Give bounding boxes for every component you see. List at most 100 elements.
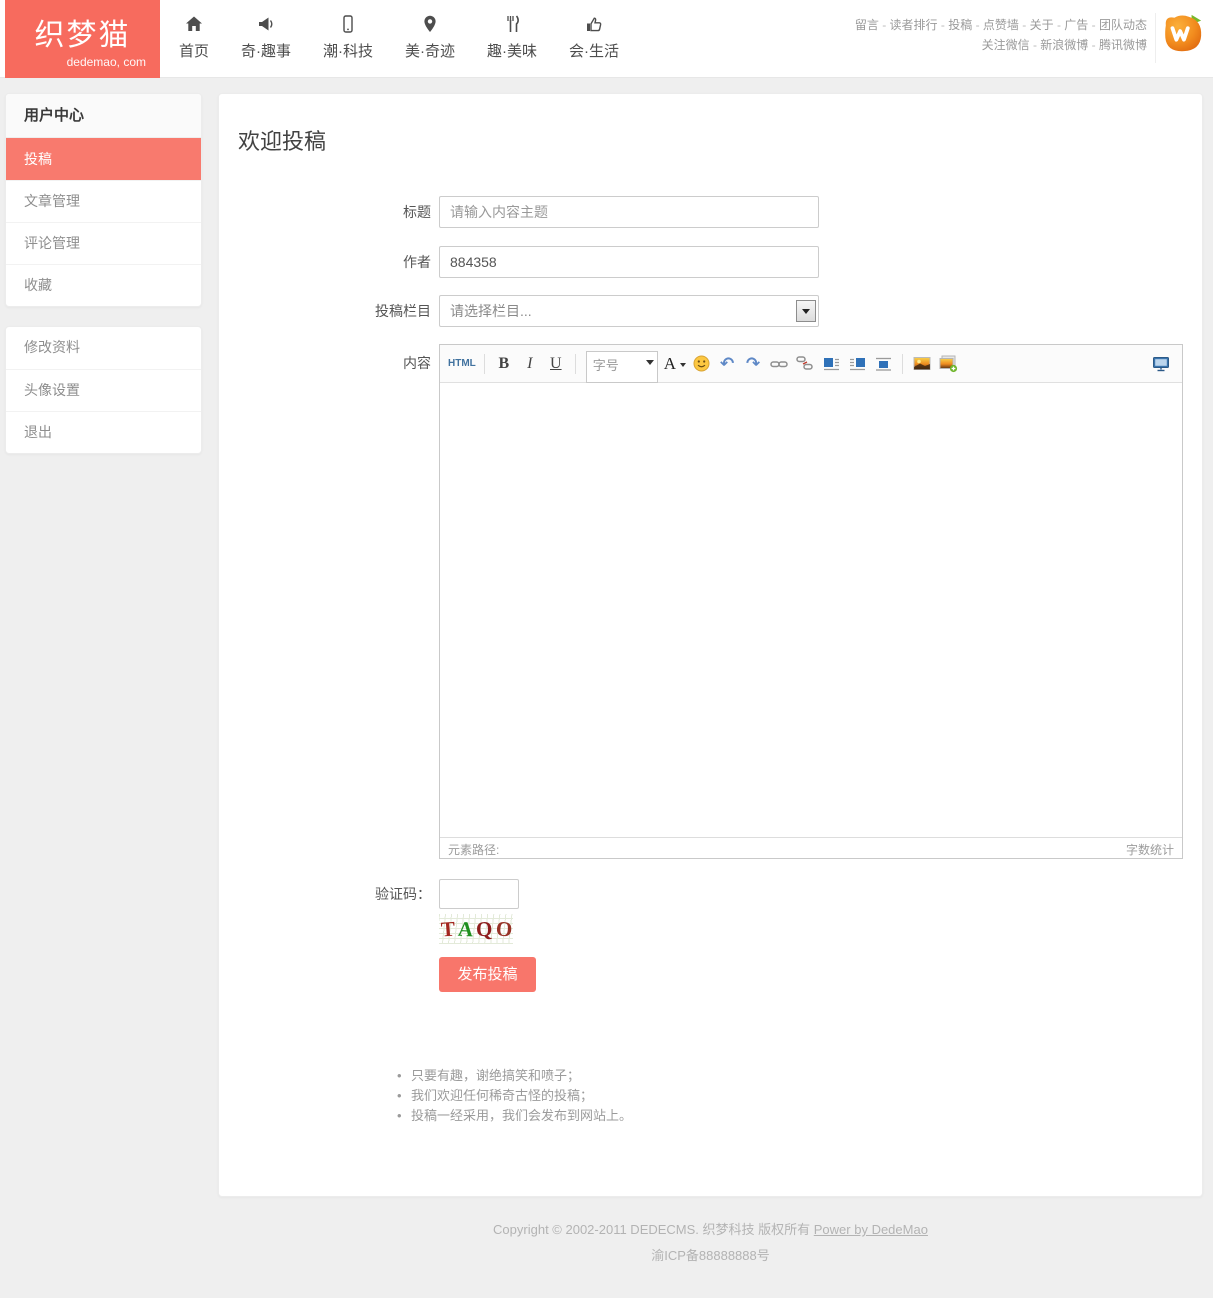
link-about[interactable]: 关于 [1030, 18, 1065, 32]
site-logo[interactable]: 织梦猫 dedemao, com [5, 0, 160, 78]
nav-item-label: 趣·美味 [487, 40, 537, 61]
publish-submission-button[interactable]: 发布投稿 [439, 957, 536, 992]
header: 织梦猫 dedemao, com 首页 奇·趣事 潮·科技 美·奇迹 [0, 0, 1213, 78]
emoticon-button[interactable] [690, 351, 712, 377]
sidebar-item-logout[interactable]: 退出 [6, 411, 201, 453]
title-input[interactable]: 请输入内容主题 [439, 196, 819, 228]
image-align-left-icon [823, 356, 840, 372]
link-guestbook[interactable]: 留言 [855, 18, 890, 32]
unlink-icon [796, 355, 814, 372]
link-wechat[interactable]: 关注微信 [982, 38, 1041, 52]
chevron-down-icon [646, 360, 654, 369]
editor-content-area[interactable] [440, 383, 1182, 837]
insert-album-button[interactable] [937, 351, 959, 377]
nav-item-tech[interactable]: 潮·科技 [307, 0, 389, 78]
nav-item-food[interactable]: 趣·美味 [471, 0, 553, 78]
cat-mascot-icon [1162, 12, 1204, 54]
captcha-char: T [440, 914, 456, 945]
nav-item-fun[interactable]: 奇·趣事 [225, 0, 307, 78]
undo-button[interactable] [716, 351, 738, 377]
fullscreen-button[interactable] [1150, 351, 1172, 377]
sidebar-item-favorites[interactable]: 收藏 [6, 264, 201, 306]
author-input[interactable]: 884358 [439, 246, 819, 278]
site-logo-title: 织梦猫 [5, 10, 160, 54]
insert-image-button[interactable] [911, 351, 933, 377]
underline-button[interactable]: U [545, 351, 567, 377]
sidebar-item-article-management[interactable]: 文章管理 [6, 180, 201, 222]
element-path-label: 元素路径: [448, 841, 499, 858]
image-align-right-button[interactable] [846, 351, 868, 377]
smiley-icon [693, 355, 710, 372]
captcha-char: O [495, 913, 513, 944]
font-size-select[interactable]: 字号 [586, 351, 658, 383]
main-content-card: 欢迎投稿 标题 请输入内容主题 作者 884358 投稿栏目 请选择栏目... … [218, 93, 1203, 1197]
content-label: 内容 [219, 344, 431, 382]
utensils-icon [502, 14, 522, 34]
image-block-icon [875, 356, 892, 372]
thumbs-up-icon [584, 14, 604, 34]
captcha-input[interactable] [439, 879, 519, 909]
nav-item-life[interactable]: 会·生活 [553, 0, 635, 78]
font-color-button[interactable]: A [664, 351, 686, 377]
cat-mascot-logo[interactable] [1162, 12, 1204, 54]
sidebar-item-comment-management[interactable]: 评论管理 [6, 222, 201, 264]
image-align-left-button[interactable] [820, 351, 842, 377]
column-label: 投稿栏目 [219, 295, 431, 327]
nav-item-label: 首页 [179, 40, 209, 61]
captcha-char: A [457, 914, 474, 945]
toolbar-separator [902, 354, 903, 374]
redo-button[interactable] [742, 351, 764, 377]
column-select-value: 请选择栏目... [450, 296, 532, 326]
link-tencent-weibo[interactable]: 腾讯微博 [1099, 38, 1147, 52]
word-count-label[interactable]: 字数统计 [1126, 841, 1174, 858]
nav-item-wonder[interactable]: 美·奇迹 [389, 0, 471, 78]
powered-by-link[interactable]: Power by DedeMao [814, 1222, 928, 1237]
column-select[interactable]: 请选择栏目... [439, 295, 819, 327]
link-reader-ranking[interactable]: 读者排行 [890, 18, 949, 32]
link-ads[interactable]: 广告 [1064, 18, 1099, 32]
author-label: 作者 [219, 246, 431, 278]
bold-button[interactable]: B [493, 351, 515, 377]
sidebar-account-card: 修改资料 头像设置 退出 [5, 326, 202, 454]
monitor-icon [1152, 356, 1170, 372]
nav-item-home[interactable]: 首页 [163, 0, 225, 78]
link-team-news[interactable]: 团队动态 [1099, 18, 1147, 32]
link-submit[interactable]: 投稿 [948, 18, 983, 32]
captcha-label: 验证码： [219, 879, 431, 909]
sidebar-item-avatar-settings[interactable]: 头像设置 [6, 369, 201, 411]
sidebar-item-submit[interactable]: 投稿 [6, 138, 201, 180]
image-align-right-icon [849, 356, 866, 372]
note-item: 只要有趣，谢绝搞笑和喷子； [397, 1066, 632, 1086]
submission-notes: 只要有趣，谢绝搞笑和喷子； 我们欢迎任何稀奇古怪的投稿； 投稿一经采用，我们会发… [397, 1066, 632, 1126]
html-source-button[interactable]: HTML [448, 351, 476, 377]
link-icon [770, 356, 788, 372]
title-label: 标题 [219, 196, 431, 228]
captcha-image[interactable]: TAQO [439, 914, 513, 944]
map-pin-icon [420, 14, 440, 34]
page: 织梦猫 dedemao, com 首页 奇·趣事 潮·科技 美·奇迹 [0, 0, 1213, 1298]
nav-item-label: 奇·趣事 [241, 40, 291, 61]
link-sina-weibo[interactable]: 新浪微博 [1040, 38, 1099, 52]
copyright-line: Copyright © 2002-2011 DEDECMS. 织梦科技 版权所有… [218, 1219, 1203, 1238]
note-item: 投稿一经采用，我们会发布到网站上。 [397, 1106, 632, 1126]
image-icon [913, 356, 931, 371]
column-select-dropdown-button[interactable] [796, 300, 816, 322]
sidebar-item-edit-profile[interactable]: 修改资料 [6, 327, 201, 369]
header-divider [1155, 13, 1156, 63]
footer: Copyright © 2002-2011 DEDECMS. 织梦科技 版权所有… [218, 1219, 1203, 1264]
title-input-placeholder: 请输入内容主题 [450, 204, 548, 220]
nav-item-label: 潮·科技 [323, 40, 373, 61]
unlink-button[interactable] [794, 351, 816, 377]
copyright-text: Copyright © 2002-2011 DEDECMS. 织梦科技 版权所有 [493, 1222, 814, 1237]
image-block-button[interactable] [872, 351, 894, 377]
nav-item-label: 会·生活 [569, 40, 619, 61]
author-input-value: 884358 [450, 254, 497, 270]
album-icon [938, 355, 958, 373]
sidebar: 用户中心 投稿 文章管理 评论管理 收藏 修改资料 头像设置 退出 [5, 93, 202, 454]
insert-link-button[interactable] [768, 351, 790, 377]
toolbar-separator [484, 354, 485, 374]
note-item: 我们欢迎任何稀奇古怪的投稿； [397, 1086, 632, 1106]
chevron-down-icon [680, 363, 686, 370]
link-like-wall[interactable]: 点赞墙 [983, 18, 1030, 32]
italic-button[interactable]: I [519, 351, 541, 377]
